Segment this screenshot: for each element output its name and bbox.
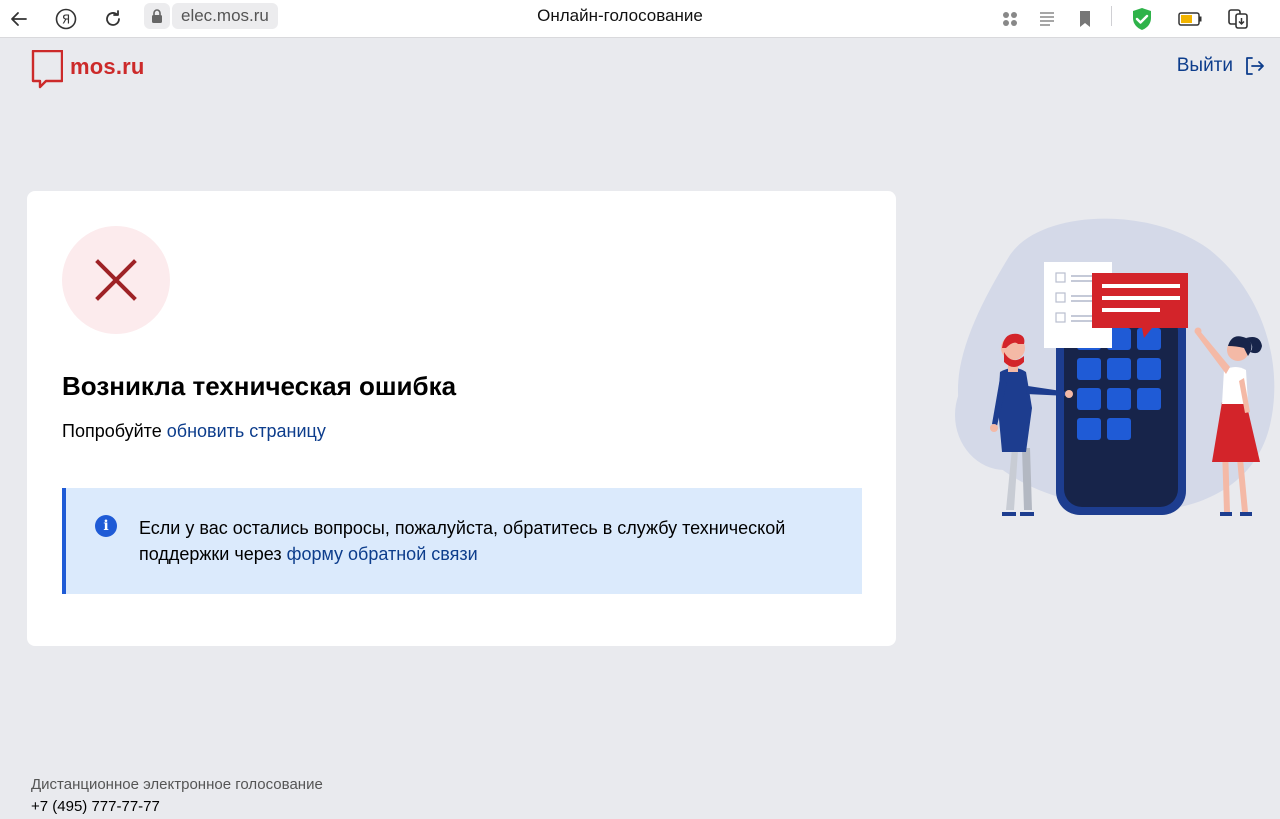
yandex-icon[interactable]: Я	[51, 4, 81, 34]
info-banner: i Если у вас остались вопросы, пожалуйст…	[62, 488, 862, 594]
footer-phone[interactable]: +7 (495) 777-77-77	[31, 796, 323, 818]
reader-mode-icon[interactable]	[1032, 4, 1062, 34]
error-title: Возникла техническая ошибка	[62, 371, 457, 401]
error-card: Возникла техническая ошибка Попробуйте о…	[27, 191, 896, 646]
subtitle-prefix: Попробуйте	[62, 421, 167, 441]
logout-label: Выйти	[1176, 55, 1233, 76]
error-icon-circle	[62, 226, 170, 334]
svg-text:Я: Я	[62, 13, 70, 27]
reload-icon[interactable]	[98, 4, 128, 34]
apps-icon[interactable]	[995, 4, 1025, 34]
voting-illustration	[955, 218, 1275, 516]
feedback-form-link[interactable]: форму обратной связи	[287, 544, 478, 564]
footer-title: Дистанционное электронное голосование	[31, 776, 323, 793]
error-subtitle: Попробуйте обновить страницу	[62, 421, 326, 442]
site-logo[interactable]: mos.ru	[31, 50, 145, 92]
battery-icon[interactable]	[1175, 4, 1205, 34]
toolbar-separator	[1111, 6, 1112, 26]
page-tab-title: Онлайн-голосование	[537, 6, 703, 25]
downloads-icon[interactable]	[1223, 4, 1253, 34]
logout-button[interactable]: Выйти	[1177, 55, 1265, 77]
back-arrow-icon[interactable]	[4, 4, 34, 34]
logout-icon	[1246, 57, 1264, 75]
browser-toolbar: Я elec.mos.ru Онлайн-голосование	[0, 0, 1280, 38]
info-text: Если у вас остались вопросы, пожалуйста,…	[139, 515, 849, 567]
close-cross-icon	[95, 259, 137, 301]
footer: Дистанционное электронное голосование +7…	[31, 775, 323, 818]
bookmark-icon[interactable]	[1070, 4, 1100, 34]
logo-speech-bubble-icon	[31, 50, 63, 89]
refresh-page-link[interactable]: обновить страницу	[167, 421, 326, 441]
shield-check-icon[interactable]	[1127, 4, 1157, 34]
info-icon: i	[95, 515, 117, 537]
logo-text: mos.ru	[70, 54, 145, 79]
address-bar[interactable]: elec.mos.ru	[172, 3, 278, 29]
lock-icon	[144, 3, 170, 29]
